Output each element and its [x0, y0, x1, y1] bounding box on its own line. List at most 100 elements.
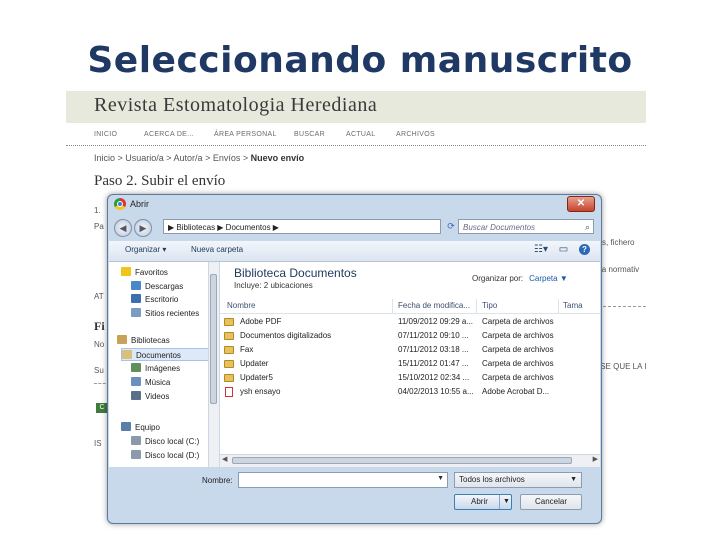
file-row[interactable]: ysh ensayo 04/02/2013 10:55 a... Adobe Acr… [220, 385, 600, 399]
library-subtitle[interactable]: Incluye: 2 ubicaciones [234, 281, 313, 290]
file-name-input[interactable]: ▼ [238, 472, 448, 488]
file-name: Updater5 [240, 373, 273, 382]
back-arrow-icon[interactable]: ◀ [114, 219, 132, 237]
nav-divider [66, 145, 646, 146]
file-type: Carpeta de archivos [482, 345, 554, 354]
site-header: Revista Estomatologia Herediana [66, 91, 646, 123]
bg-text-right1: s, fichero [602, 238, 635, 247]
cancel-button[interactable]: Cancelar [520, 494, 582, 510]
file-row[interactable]: Updater 15/11/2012 01:47 ... Carpeta de ar… [220, 357, 600, 371]
nav-actual[interactable]: ACTUAL [346, 131, 375, 138]
scroll-right-icon[interactable]: ▶ [593, 455, 598, 463]
site-nav: INICIO ACERCA DE... ÁREA PERSONAL BUSCAR… [66, 129, 646, 145]
dialog-titlebar[interactable]: Abrir ✕ [108, 195, 601, 215]
site-title: Revista Estomatologia Herediana [94, 94, 378, 116]
sidebar-item-label: Música [145, 378, 171, 387]
col-size[interactable]: Tama [563, 301, 583, 310]
sidebar-item[interactable]: Disco local (C:) [131, 435, 199, 448]
breadcrumb-path[interactable]: Inicio > Usuario/a > Autor/a > Envíos > [94, 153, 251, 163]
nav-archivos[interactable]: ARCHIVOS [396, 131, 435, 138]
file-date: 07/11/2012 09:10 ... [398, 331, 469, 340]
chevron-down-icon[interactable]: ▼ [437, 475, 444, 482]
open-file-dialog: Abrir ✕ ◀ ▶ ▶ Bibliotecas ▶ Documentos ▶… [107, 194, 602, 524]
file-date: 04/02/2013 10:55 a... [398, 387, 474, 396]
nav-acerca[interactable]: ACERCA DE... [144, 131, 194, 138]
hscroll-thumb[interactable] [232, 457, 572, 464]
col-name[interactable]: Nombre [227, 301, 255, 310]
sidebar-item[interactable]: Descargas [131, 280, 183, 293]
bg-text-right2: la normativ [600, 265, 640, 274]
sidebar-item[interactable]: Escritorio [131, 293, 178, 306]
file-type-select[interactable]: Todos los archivos ▼ [454, 472, 582, 488]
column-header: Nombre Fecha de modifica... Tipo Tama [220, 299, 600, 314]
file-name: Adobe PDF [240, 317, 282, 326]
slide-title: Seleccionando manuscrito [87, 40, 633, 81]
nav-area-personal[interactable]: ÁREA PERSONAL [214, 131, 277, 138]
nav-item-icon [131, 450, 141, 459]
sidebar-item[interactable]: Favoritos [121, 266, 168, 279]
chevron-down-icon[interactable]: ▼ [503, 495, 510, 509]
bg-text-line4: No [94, 340, 105, 349]
chevron-down-icon: ▼ [570, 476, 577, 483]
nav-buscar[interactable]: BUSCAR [294, 131, 325, 138]
nav-inicio[interactable]: INICIO [94, 131, 117, 138]
nav-item-icon [131, 308, 141, 317]
help-icon[interactable]: ? [579, 244, 590, 255]
sidebar-item[interactable]: Música [131, 376, 170, 389]
nav-item-icon [131, 294, 141, 303]
sidebar-item[interactable]: Sitios recientes [131, 307, 199, 320]
file-type: Adobe Acrobat D... [482, 387, 550, 396]
file-name: Documentos digitalizados [240, 331, 332, 340]
sidebar-item[interactable]: Bibliotecas [117, 334, 170, 347]
new-folder-button[interactable]: Nueva carpeta [191, 245, 243, 254]
search-input[interactable]: Buscar Documentos ⌕ [458, 219, 594, 234]
sidebar-item[interactable]: Imágenes [131, 362, 180, 375]
close-button[interactable]: ✕ [567, 196, 595, 212]
col-divider[interactable] [476, 299, 477, 313]
file-pane: Biblioteca Documentos Incluye: 2 ubicaci… [220, 262, 600, 467]
file-row[interactable]: Adobe PDF 11/09/2012 09:29 a... Carpeta de… [220, 315, 600, 329]
sidebar-item-label: Disco local (D:) [145, 451, 200, 460]
file-type: Carpeta de archivos [482, 317, 554, 326]
scrollbar-thumb[interactable] [210, 274, 217, 404]
col-type[interactable]: Tipo [482, 301, 497, 310]
sidebar-item-label: Disco local (C:) [145, 437, 200, 446]
file-row[interactable]: Documentos digitalizados 07/11/2012 09:10… [220, 329, 600, 343]
sidebar-item[interactable]: Videos [131, 390, 169, 403]
preview-pane-icon[interactable]: ▭ [559, 244, 568, 255]
sidebar-item[interactable]: Disco local (D:) [131, 449, 199, 462]
file-row[interactable]: Fax 07/11/2012 03:18 ... Carpeta de archiv… [220, 343, 600, 357]
nav-item-icon [117, 335, 127, 344]
organize-by: Organizar por: Carpeta ▼ [472, 274, 568, 283]
bg-text-line1: 1. [94, 206, 101, 215]
organize-by-dropdown[interactable]: Carpeta ▼ [529, 274, 568, 283]
refresh-icon[interactable]: ⟳ [444, 219, 458, 234]
sidebar-item[interactable]: Documentos [121, 348, 217, 361]
sidebar-item-label: Descargas [145, 282, 184, 291]
view-options-icon[interactable]: ☷▾ [534, 244, 548, 255]
search-icon: ⌕ [584, 222, 590, 232]
bg-text-line6: IS [94, 439, 102, 448]
open-button[interactable]: Abrir ▼ [454, 494, 512, 510]
navigation-scrollbar[interactable] [208, 262, 219, 467]
file-type: Carpeta de archivos [482, 359, 554, 368]
col-divider[interactable] [558, 299, 559, 313]
address-bar[interactable]: ▶ Bibliotecas ▶ Documentos ▶ [163, 219, 441, 234]
nav-item-icon [131, 363, 141, 372]
sidebar-item-label: Bibliotecas [131, 336, 170, 345]
horizontal-scrollbar[interactable]: ◀ ▶ [220, 454, 600, 467]
bg-divider [598, 306, 646, 307]
organize-button[interactable]: Organizar ▾ [125, 245, 166, 254]
sidebar-item[interactable]: Equipo [121, 421, 160, 434]
col-divider[interactable] [392, 299, 393, 313]
scroll-left-icon[interactable]: ◀ [222, 455, 227, 463]
sidebar-item-label: Equipo [135, 423, 160, 432]
file-date: 07/11/2012 03:18 ... [398, 345, 469, 354]
bg-text-line5: Su [94, 366, 104, 375]
forward-arrow-icon[interactable]: ▶ [134, 219, 152, 237]
file-row[interactable]: Updater5 15/10/2012 02:34 ... Carpeta de a… [220, 371, 600, 385]
col-date[interactable]: Fecha de modifica... [398, 301, 470, 310]
sidebar-item-label: Videos [145, 392, 170, 401]
sidebar-item-label: Sitios recientes [145, 309, 200, 318]
nav-item-icon [131, 436, 141, 445]
